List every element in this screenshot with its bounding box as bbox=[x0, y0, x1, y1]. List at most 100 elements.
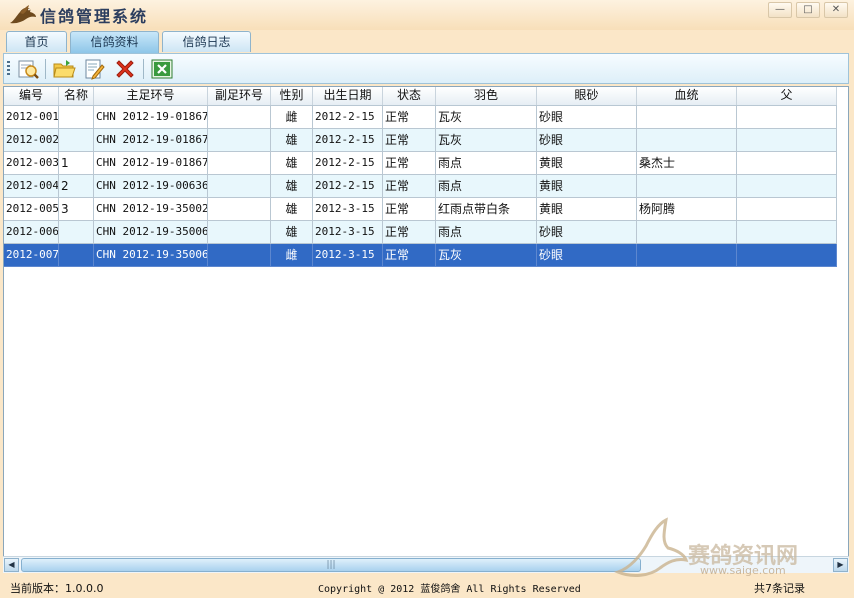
cell-status: 正常 bbox=[383, 152, 436, 175]
column-header-bloodline[interactable]: 血统 bbox=[637, 87, 737, 105]
table-row[interactable]: 2012-003 1 CHN 2012-19-018674 雄 2012-2-15 正常雨… bbox=[4, 152, 837, 175]
cell-birth-date: 2012-2-15 bbox=[313, 152, 383, 175]
cell-main-ring: CHN 2012-19-018673 bbox=[94, 129, 208, 152]
minimize-button[interactable]: — bbox=[768, 2, 792, 18]
column-header-feather-color[interactable]: 羽色 bbox=[436, 87, 537, 105]
open-folder-icon[interactable] bbox=[52, 57, 76, 81]
table-row[interactable]: 2012-007 CHN 2012-19-350062 雌 2012-3-15 正常 瓦灰… bbox=[4, 244, 837, 267]
column-header-main-ring[interactable]: 主足环号 bbox=[94, 87, 208, 105]
cell-eye-sand: 砂眼 bbox=[537, 244, 637, 267]
cell-main-ring: CHN 2012-19-006368 bbox=[94, 175, 208, 198]
cell-eye-sand: 黄眼 bbox=[537, 175, 637, 198]
cell-sub-ring bbox=[208, 129, 271, 152]
copyright-text: Copyright @ 2012 蓝俊鸽舍 All Rights Reserve… bbox=[318, 584, 581, 595]
cell-feather-color: 红雨点带白条 bbox=[436, 198, 537, 221]
cell-id: 2012-007 bbox=[4, 244, 59, 267]
cell-birth-date: 2012-3-15 bbox=[313, 244, 383, 267]
status-bar: 当前版本：1.0.0.0 Copyright @ 2012 蓝俊鸽舍 All R… bbox=[0, 576, 854, 598]
table-row[interactable]: 2012-002 CHN 2012-19-018673 雄 2012-2-15 正常 瓦灰… bbox=[4, 129, 837, 152]
tab-bar: 首页 信鸽资料 信鸽日志 bbox=[6, 31, 251, 53]
cell-bloodline bbox=[637, 175, 737, 198]
column-header-eye-sand[interactable]: 眼砂 bbox=[537, 87, 637, 105]
column-header-birth-date[interactable]: 出生日期 bbox=[313, 87, 383, 105]
cell-birth-date: 2012-2-15 bbox=[313, 106, 383, 129]
scroll-right-button[interactable]: ▶ bbox=[833, 558, 848, 572]
cell-sub-ring bbox=[208, 175, 271, 198]
column-header-status[interactable]: 状态 bbox=[383, 87, 436, 105]
cell-gender: 雄 bbox=[271, 221, 313, 244]
cell-name: 1 bbox=[59, 152, 94, 175]
cell-status: 正常 bbox=[383, 198, 436, 221]
cell-id: 2012-005 bbox=[4, 198, 59, 221]
table-row[interactable]: 2012-004 2 CHN 2012-19-006368 雄 2012-2-15 正常雨… bbox=[4, 175, 837, 198]
cell-sub-ring bbox=[208, 221, 271, 244]
cell-name bbox=[59, 244, 94, 267]
excel-export-icon[interactable] bbox=[150, 57, 174, 81]
cell-eye-sand: 黄眼 bbox=[537, 152, 637, 175]
cell-father bbox=[737, 198, 837, 221]
cell-birth-date: 2012-3-15 bbox=[313, 198, 383, 221]
cell-name bbox=[59, 106, 94, 129]
cell-main-ring: CHN 2012-19-018674 bbox=[94, 152, 208, 175]
maximize-button[interactable]: □ bbox=[796, 2, 820, 18]
cell-gender: 雄 bbox=[271, 198, 313, 221]
cell-eye-sand: 砂眼 bbox=[537, 221, 637, 244]
cell-feather-color: 雨点 bbox=[436, 175, 537, 198]
cell-eye-sand: 砂眼 bbox=[537, 106, 637, 129]
cell-main-ring: CHN 2012-19-018672 bbox=[94, 106, 208, 129]
pigeon-data-grid[interactable]: 编号 名称 主足环号 副足环号 性别 出生日期 状态 羽色 眼砂 血统父 2012-001 CHN … bbox=[3, 86, 849, 572]
column-header-sub-ring[interactable]: 副足环号 bbox=[208, 87, 271, 105]
horizontal-scrollbar[interactable]: ◀ ||| ▶ bbox=[3, 556, 849, 573]
cell-id: 2012-003 bbox=[4, 152, 59, 175]
column-header-gender[interactable]: 性别 bbox=[271, 87, 313, 105]
cell-name: 2 bbox=[59, 175, 94, 198]
tab-pigeon-info[interactable]: 信鸽资料 bbox=[70, 31, 159, 53]
table-row[interactable]: 2012-001 CHN 2012-19-018672 雌 2012-2-15 正常 瓦灰… bbox=[4, 106, 837, 129]
cell-id: 2012-002 bbox=[4, 129, 59, 152]
cell-main-ring: CHN 2012-19-350062 bbox=[94, 244, 208, 267]
toolbar-grip[interactable] bbox=[7, 61, 10, 77]
cell-gender: 雄 bbox=[271, 152, 313, 175]
tab-home[interactable]: 首页 bbox=[6, 31, 67, 52]
cell-father bbox=[737, 244, 837, 267]
cell-bloodline: 桑杰士 bbox=[637, 152, 737, 175]
cell-feather-color: 瓦灰 bbox=[436, 244, 537, 267]
cell-id: 2012-001 bbox=[4, 106, 59, 129]
cell-bloodline bbox=[637, 244, 737, 267]
cell-father bbox=[737, 221, 837, 244]
pigeon-logo-icon bbox=[10, 5, 36, 24]
cell-father bbox=[737, 129, 837, 152]
column-header-father[interactable]: 父 bbox=[737, 87, 837, 105]
cell-father bbox=[737, 152, 837, 175]
cell-gender: 雌 bbox=[271, 106, 313, 129]
scroll-thumb[interactable]: ||| bbox=[21, 558, 641, 572]
cell-status: 正常 bbox=[383, 106, 436, 129]
cell-name bbox=[59, 221, 94, 244]
cell-father bbox=[737, 175, 837, 198]
column-header-id[interactable]: 编号 bbox=[4, 87, 59, 105]
tab-pigeon-log[interactable]: 信鸽日志 bbox=[162, 31, 251, 52]
cell-status: 正常 bbox=[383, 221, 436, 244]
cell-birth-date: 2012-3-15 bbox=[313, 221, 383, 244]
cell-sub-ring bbox=[208, 106, 271, 129]
cell-bloodline bbox=[637, 106, 737, 129]
cell-birth-date: 2012-2-15 bbox=[313, 129, 383, 152]
delete-icon[interactable] bbox=[113, 57, 137, 81]
cell-main-ring: CHN 2012-19-350067 bbox=[94, 221, 208, 244]
cell-bloodline bbox=[637, 129, 737, 152]
cell-sub-ring bbox=[208, 152, 271, 175]
cell-feather-color: 瓦灰 bbox=[436, 106, 537, 129]
cell-sub-ring bbox=[208, 198, 271, 221]
search-icon[interactable] bbox=[16, 57, 40, 81]
cell-gender: 雄 bbox=[271, 175, 313, 198]
cell-father bbox=[737, 106, 837, 129]
cell-feather-color: 雨点 bbox=[436, 152, 537, 175]
close-button[interactable]: ✕ bbox=[824, 2, 848, 18]
record-count: 共7条记录 bbox=[754, 582, 805, 595]
column-header-name[interactable]: 名称 bbox=[59, 87, 94, 105]
edit-icon[interactable] bbox=[82, 57, 106, 81]
table-row[interactable]: 2012-005 3 CHN 2012-19-350023 雄 2012-3-15 正常红… bbox=[4, 198, 837, 221]
toolbar-separator bbox=[45, 59, 46, 79]
table-row[interactable]: 2012-006 CHN 2012-19-350067 雄 2012-3-15 正常 雨点… bbox=[4, 221, 837, 244]
scroll-left-button[interactable]: ◀ bbox=[4, 558, 19, 572]
